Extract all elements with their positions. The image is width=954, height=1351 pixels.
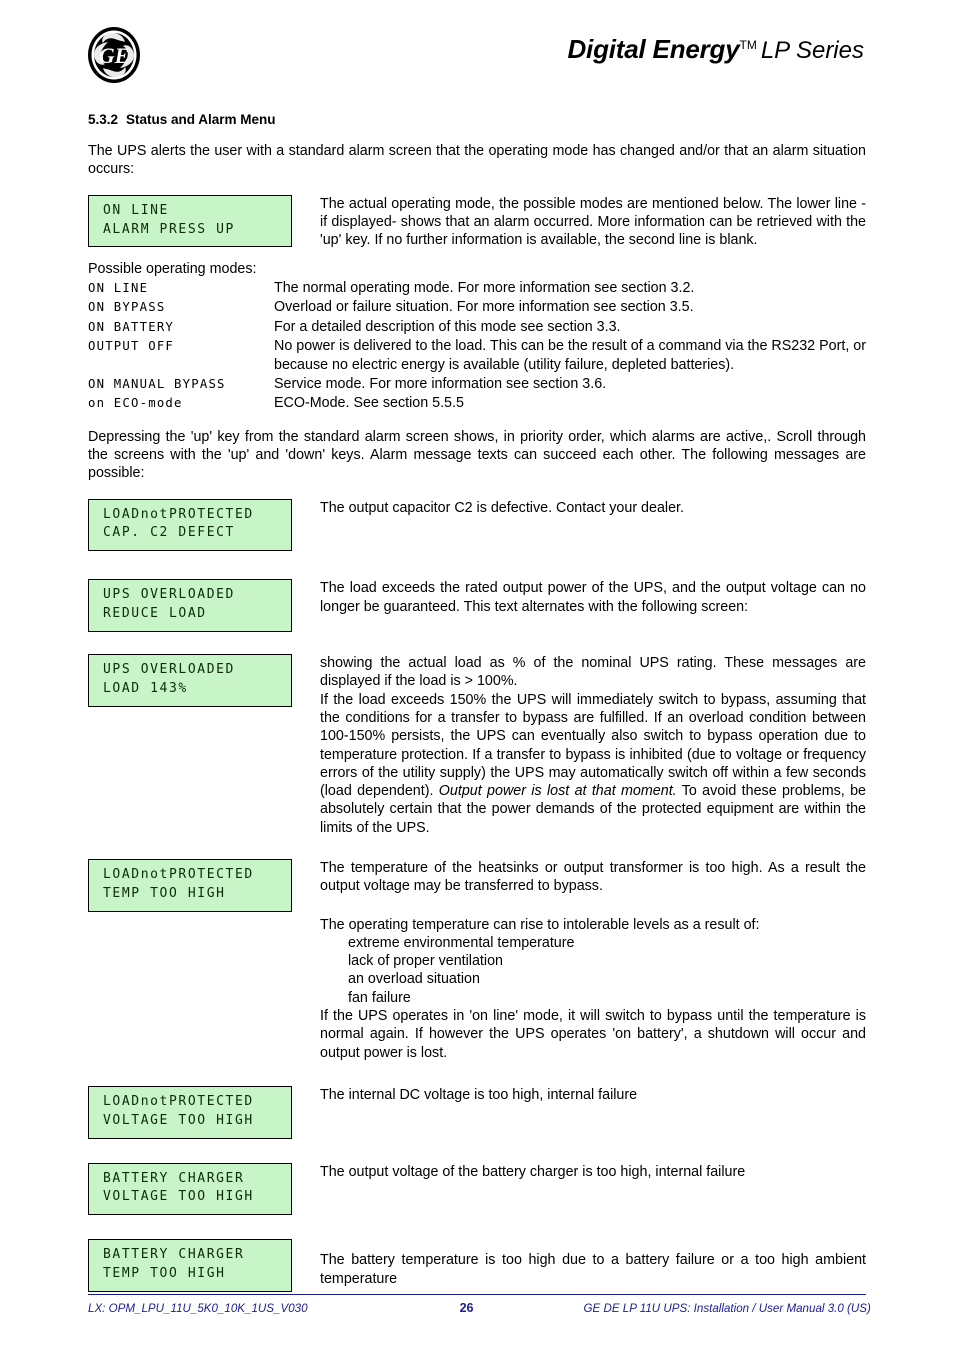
mode-description: No power is delivered to the load. This … xyxy=(274,338,866,373)
brand-main-text: Digital Energy xyxy=(567,34,740,64)
standard-alarm-description: The actual operating mode, the possible … xyxy=(292,195,866,250)
footer-row: LX: OPM_LPU_11U_5K0_10K_1US_V030 26 GE D… xyxy=(88,1301,871,1315)
page-footer: LX: OPM_LPU_11U_5K0_10K_1US_V030 26 GE D… xyxy=(88,1294,871,1315)
lcd-line-2: REDUCE LOAD xyxy=(103,606,207,622)
lcd-line-1: BATTERY CHARGER xyxy=(103,1247,245,1263)
page-header: GE Digital EnergyTM LP Series xyxy=(0,0,954,100)
lcd-display-temp-too-high: LOADnotPROTECTED TEMP TOO HIGH xyxy=(88,858,292,912)
mode-description: ECO-Mode. See section 5.5.5 xyxy=(274,395,464,412)
page-number: 26 xyxy=(459,1301,474,1315)
alarm-description-charger-voltage: The output voltage of the battery charge… xyxy=(292,1163,866,1181)
lcd-display-cap-defect: LOADnotPROTECTED CAP. C2 DEFECT xyxy=(88,498,292,552)
mode-description: The normal operating mode. For more info… xyxy=(274,279,695,296)
temperature-cause-list: extreme environmental temperature lack o… xyxy=(320,934,866,1007)
alarm-description-text: The internal DC voltage is too high, int… xyxy=(320,1086,638,1103)
section-heading: 5.3.2 Status and Alarm Menu xyxy=(88,112,866,128)
lcd-display-charger-temp: BATTERY CHARGER TEMP TOO HIGH xyxy=(88,1239,292,1293)
lcd-line-2: TEMP TOO HIGH xyxy=(103,885,226,901)
lcd-display-charger-voltage: BATTERY CHARGER VOLTAGE TOO HIGH xyxy=(88,1162,292,1216)
section-number: 5.3.2 xyxy=(88,112,119,127)
lcd-line-2: CAP. C2 DEFECT xyxy=(103,525,235,541)
lcd-line-1: UPS OVERLOADED xyxy=(103,587,235,603)
temp-description-part1: The temperature of the heatsinks or outp… xyxy=(320,859,866,895)
mode-description: Overload or failure situation. For more … xyxy=(274,299,694,316)
alarm-description-charger-temp: The battery temperature is too high due … xyxy=(292,1239,866,1288)
lcd-display-voltage-too-high: LOADnotPROTECTED VOLTAGE TOO HIGH xyxy=(88,1085,292,1139)
brand-title: Digital EnergyTM LP Series xyxy=(567,36,864,63)
operating-modes-block: Possible operating modes: ON LINE The no… xyxy=(88,260,866,414)
lcd-display-overload-percent: UPS OVERLOADED LOAD 143% xyxy=(88,654,292,707)
table-row: OUTPUT OFF No power is delivered to the … xyxy=(88,337,866,375)
temp-description-part3: If the UPS operates in 'on line' mode, i… xyxy=(320,1008,866,1061)
alarm-description-text-part1: showing the actual load as % of the nomi… xyxy=(320,655,866,690)
standard-alarm-description-text: The actual operating mode, the possible … xyxy=(320,195,866,249)
alarm-description-temp-too-high: The temperature of the heatsinks or outp… xyxy=(292,859,866,1062)
alarm-row-charger-voltage: BATTERY CHARGER VOLTAGE TOO HIGH The out… xyxy=(88,1162,866,1216)
list-item: lack of proper ventilation xyxy=(348,953,503,970)
lcd-line-1: LOADnotPROTECTED xyxy=(103,866,254,882)
lcd-line-2: ALARM PRESS UP xyxy=(103,221,235,237)
table-row: ON BYPASS Overload or failure situation.… xyxy=(88,298,866,317)
lcd-line-1: ON LINE xyxy=(103,202,169,218)
alarm-row-overload-percent: UPS OVERLOADED LOAD 143% showing the act… xyxy=(88,654,866,837)
footer-divider xyxy=(88,1294,866,1295)
alarm-row-temp-too-high: LOADnotPROTECTED TEMP TOO HIGH The tempe… xyxy=(88,858,866,1062)
mode-code: ON LINE xyxy=(88,280,149,295)
alarm-description-text: The battery temperature is too high due … xyxy=(320,1252,866,1287)
alarm-description-overload-percent: showing the actual load as % of the nomi… xyxy=(292,654,866,837)
mode-description: For a detailed description of this mode … xyxy=(274,318,621,335)
mode-code: ON BATTERY xyxy=(88,319,175,334)
alarm-description-text: The load exceeds the rated output power … xyxy=(320,580,866,615)
mode-code: ON BYPASS xyxy=(88,300,166,315)
alarm-row-overload-reduce: UPS OVERLOADED REDUCE LOAD The load exce… xyxy=(88,579,866,633)
list-item: an overload situation xyxy=(348,971,480,988)
trademark-symbol: TM xyxy=(739,37,757,52)
lcd-line-2: VOLTAGE TOO HIGH xyxy=(103,1189,254,1205)
section-title: Status and Alarm Menu xyxy=(126,112,276,127)
lcd-display-overload-reduce: UPS OVERLOADED REDUCE LOAD xyxy=(88,579,292,633)
alarm-description-text-part2: If the load exceeds 150% the UPS will im… xyxy=(320,691,866,837)
alarm-description-text: The output voltage of the battery charge… xyxy=(320,1163,746,1180)
list-item: fan failure xyxy=(348,989,411,1006)
alarm-row-cap-defect: LOADnotPROTECTED CAP. C2 DEFECT The outp… xyxy=(88,498,866,552)
alarm-row-voltage-too-high: LOADnotPROTECTED VOLTAGE TOO HIGH The in… xyxy=(88,1085,866,1139)
alarm-description-text: The output capacitor C2 is defective. Co… xyxy=(320,499,684,516)
operating-modes-label: Possible operating modes: xyxy=(88,260,257,277)
section-intro-paragraph: The UPS alerts the user with a standard … xyxy=(88,143,866,178)
table-row: ON BATTERY For a detailed description of… xyxy=(88,318,866,337)
lcd-line-2: VOLTAGE TOO HIGH xyxy=(103,1112,254,1128)
scroll-instructions-paragraph: Depressing the 'up' key from the standar… xyxy=(88,428,866,482)
mode-code: on ECO-mode xyxy=(88,396,183,411)
lcd-display-standard-alarm: ON LINE ALARM PRESS UP xyxy=(88,194,292,248)
table-row: ON MANUAL BYPASS Service mode. For more … xyxy=(88,375,866,394)
mode-description: Service mode. For more information see s… xyxy=(274,375,607,392)
lcd-line-1: UPS OVERLOADED xyxy=(103,662,235,678)
lcd-line-2: LOAD 143% xyxy=(103,680,188,696)
alarm-row-charger-temp: BATTERY CHARGER TEMP TOO HIGH The batter… xyxy=(88,1239,866,1293)
overload-detail-emphasis: Output power is lost at that moment. xyxy=(438,783,677,800)
svg-text:GE: GE xyxy=(99,43,130,68)
document-content: 5.3.2 Status and Alarm Menu The UPS alert… xyxy=(88,112,866,1293)
alarm-description-voltage-too-high: The internal DC voltage is too high, int… xyxy=(292,1086,866,1104)
mode-code: OUTPUT OFF xyxy=(88,339,175,354)
footer-manual-title: GE DE LP 11U UPS: Installation / User Ma… xyxy=(583,1302,871,1315)
operating-modes-table: ON LINE The normal operating mode. For m… xyxy=(88,279,866,414)
lcd-line-2: TEMP TOO HIGH xyxy=(103,1266,226,1282)
list-item: extreme environmental temperature xyxy=(348,934,575,951)
table-row: on ECO-mode ECO-Mode. See section 5.5.5 xyxy=(88,394,866,413)
table-row: ON LINE The normal operating mode. For m… xyxy=(88,279,866,298)
brand-series-text: LP Series xyxy=(760,37,864,64)
footer-document-code: LX: OPM_LPU_11U_5K0_10K_1US_V030 xyxy=(88,1302,308,1315)
alarm-description-cap-defect: The output capacitor C2 is defective. Co… xyxy=(292,499,866,517)
lcd-line-1: BATTERY CHARGER xyxy=(103,1170,245,1186)
temp-description-part2: The operating temperature can rise to in… xyxy=(320,916,760,933)
alarm-description-overload-reduce: The load exceeds the rated output power … xyxy=(292,579,866,616)
lcd-line-1: LOADnotPROTECTED xyxy=(103,1093,254,1109)
mode-code: ON MANUAL BYPASS xyxy=(88,376,226,391)
lcd-line-1: LOADnotPROTECTED xyxy=(103,506,254,522)
standard-alarm-row: ON LINE ALARM PRESS UP The actual operat… xyxy=(88,194,866,250)
ge-monogram-logo: GE xyxy=(86,26,142,84)
